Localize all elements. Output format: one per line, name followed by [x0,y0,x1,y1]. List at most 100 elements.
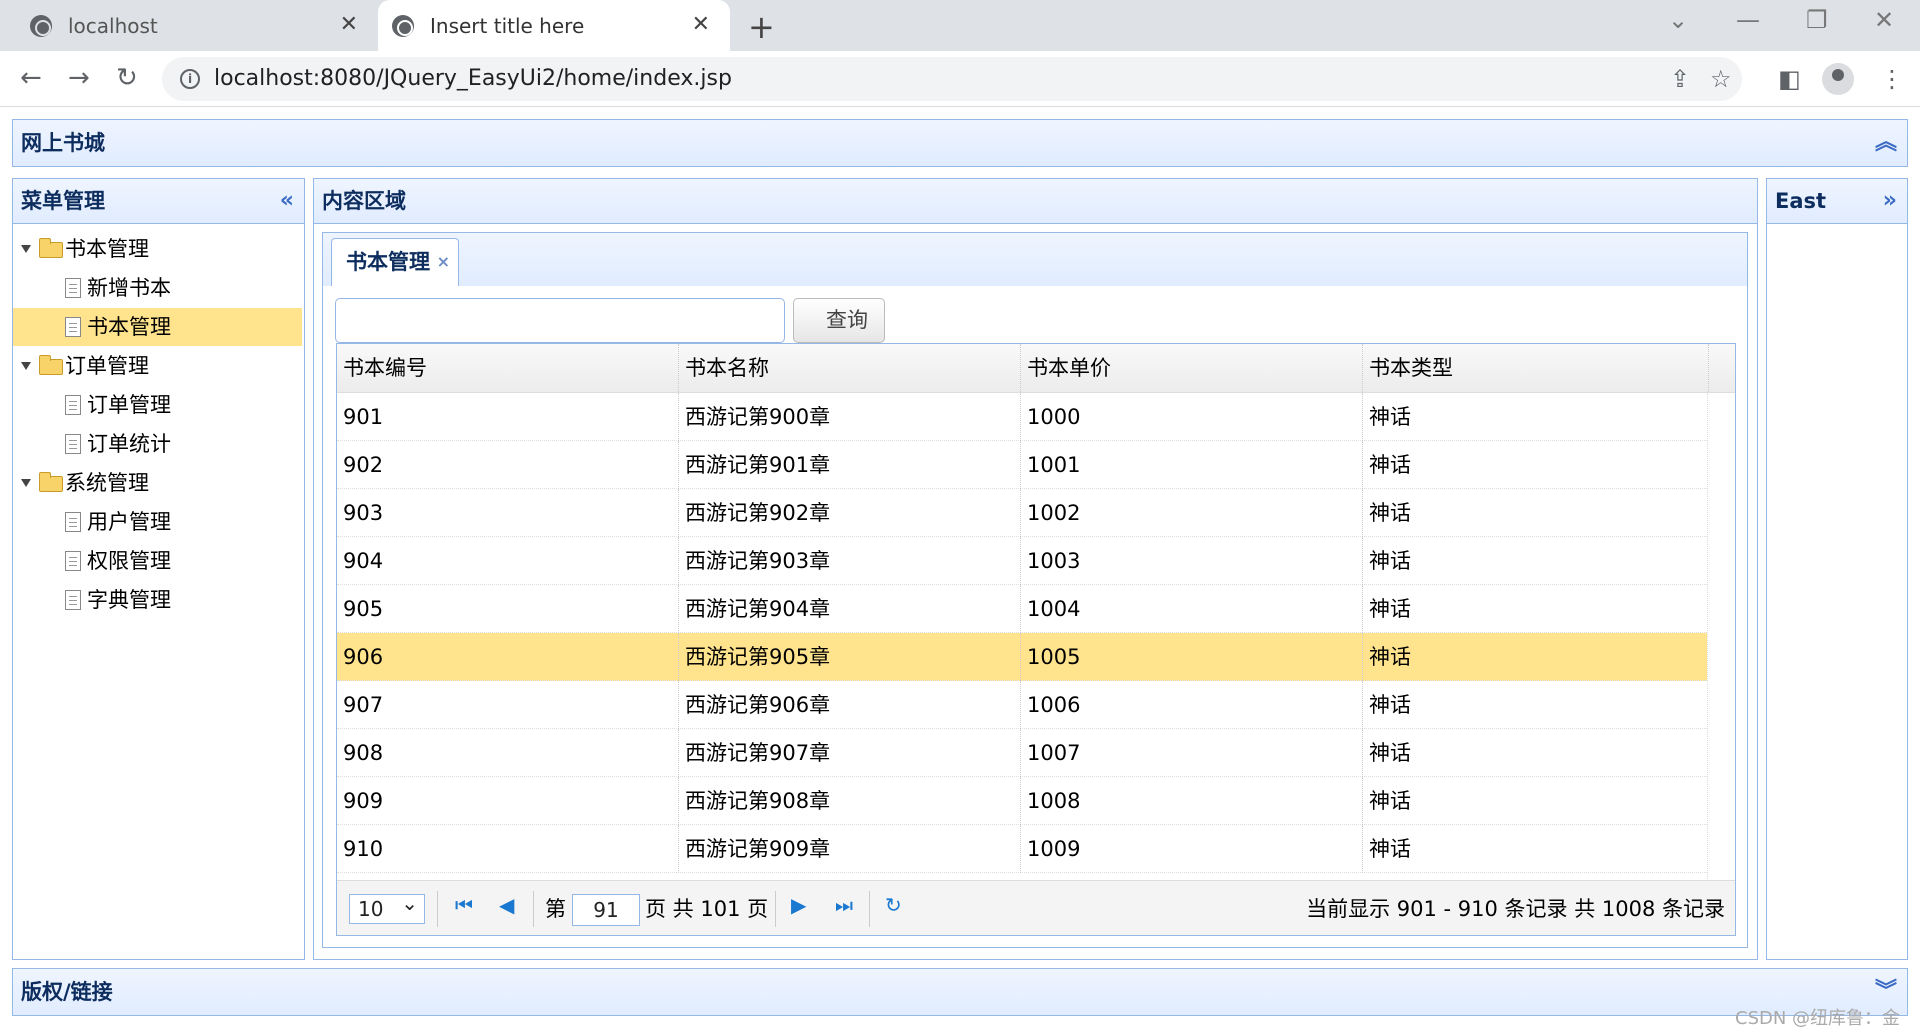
cell-type: 神话 [1363,441,1709,489]
cell-id: 904 [337,537,679,585]
table-row[interactable]: 903 西游记第902章 1002 神话 [337,489,1709,537]
tree-leaf[interactable]: 字典管理 [13,581,302,619]
tab-search-icon[interactable]: ⌄ [1668,6,1688,34]
page-size-select[interactable]: 10 [349,889,425,924]
file-icon [65,512,81,532]
pager-info: 当前显示 901 - 910 条记录 共 1008 条记录 [1306,897,1725,921]
table-row[interactable]: 910 西游记第909章 1009 神话 [337,825,1709,873]
cell-price: 1006 [1021,681,1363,729]
east-title: East [1775,189,1827,213]
cell-price: 1001 [1021,441,1363,489]
cell-name: 西游记第901章 [679,441,1021,489]
restore-icon[interactable]: ❐ [1806,6,1828,34]
tree-folder[interactable]: 订单管理 [13,347,302,385]
bookmark-star-icon[interactable]: ☆ [1710,65,1732,93]
cell-id: 910 [337,825,679,873]
table-row[interactable]: 905 西游记第904章 1004 神话 [337,585,1709,633]
cell-id: 905 [337,585,679,633]
page-number-value: 91 [593,898,619,922]
grid-scrollbar[interactable] [1707,393,1735,929]
browser-tab-title: localhost [68,13,158,38]
new-tab-icon[interactable]: + [748,8,775,46]
share-icon[interactable]: ⇪ [1670,65,1690,93]
forward-icon[interactable]: → [68,63,90,93]
column-header-price[interactable]: 书本单价 [1021,344,1363,392]
expand-caret-icon[interactable] [21,479,31,487]
pager-separator [533,891,534,927]
tree-folder[interactable]: 系统管理 [13,464,302,502]
tree-label: 字典管理 [87,588,171,612]
cell-type: 神话 [1363,585,1709,633]
back-icon[interactable]: ← [20,63,42,93]
browser-tab-localhost[interactable]: localhost ✕ [0,0,378,51]
table-row[interactable]: 909 西游记第908章 1008 神话 [337,777,1709,825]
page-number-input[interactable]: 91 [572,894,640,926]
minimize-icon[interactable]: — [1736,6,1760,34]
column-header-type[interactable]: 书本类型 [1363,344,1709,392]
table-row[interactable]: 902 西游记第901章 1001 神话 [337,441,1709,489]
browser-tab-active[interactable]: Insert title here ✕ [378,0,730,51]
cell-id: 907 [337,681,679,729]
close-window-icon[interactable]: ✕ [1874,6,1894,34]
folder-icon [39,355,63,375]
tree-label: 用户管理 [87,510,171,534]
cell-type: 神话 [1363,825,1709,873]
cell-name: 西游记第907章 [679,729,1021,777]
table-row[interactable]: 901 西游记第900章 1000 神话 [337,393,1709,441]
last-page-icon[interactable]: ⏭ [835,893,853,917]
page-suffix: 页 共 101 页 [645,897,769,921]
south-panel-header: 版权/链接 ︾ [12,968,1908,1016]
tree-folder[interactable]: 书本管理 [13,230,302,268]
address-toolbar: ← → ↻ i localhost:8080/JQuery_EasyUi2/ho… [0,51,1920,107]
side-panel-icon[interactable]: ◧ [1778,65,1801,93]
search-input[interactable] [335,298,785,343]
collapse-right-icon[interactable]: » [1883,179,1897,223]
expand-caret-icon[interactable] [21,245,31,253]
tree-label: 书本管理 [87,315,171,339]
table-row[interactable]: 907 西游记第906章 1006 神话 [337,681,1709,729]
tab-book-management[interactable]: 书本管理 × [331,238,459,289]
table-row[interactable]: 904 西游记第903章 1003 神话 [337,537,1709,585]
profile-avatar-icon[interactable] [1822,63,1854,95]
collapse-up-icon[interactable]: ︽ [1875,120,1897,166]
west-title: 菜单管理 [21,189,105,213]
tree-label: 权限管理 [87,549,171,573]
tab-close-icon[interactable]: × [437,239,450,285]
close-tab-icon[interactable]: ✕ [692,12,710,37]
tree-leaf[interactable]: 订单管理 [13,386,302,424]
cell-id: 906 [337,633,679,681]
tree-leaf[interactable]: 书本管理 [13,308,302,346]
tree-leaf[interactable]: 权限管理 [13,542,302,580]
east-panel-header: East » [1766,178,1908,224]
prev-page-icon[interactable]: ◀ [499,893,514,917]
cell-id: 902 [337,441,679,489]
next-page-icon[interactable]: ▶ [791,893,806,917]
column-header-name[interactable]: 书本名称 [679,344,1021,392]
west-panel-header: 菜单管理 « [12,178,305,224]
south-title: 版权/链接 [21,980,113,1004]
table-row[interactable]: 906 西游记第905章 1005 神话 [337,633,1709,681]
url-text: localhost:8080/JQuery_EasyUi2/home/index… [214,66,732,91]
file-icon [65,590,81,610]
table-row[interactable]: 908 西游记第907章 1007 神话 [337,729,1709,777]
first-page-icon[interactable]: ⏮ [455,893,473,917]
address-bar[interactable]: i localhost:8080/JQuery_EasyUi2/home/ind… [162,57,1742,101]
menu-kebab-icon[interactable]: ⋮ [1880,65,1904,93]
cell-name: 西游记第904章 [679,585,1021,633]
tree-leaf[interactable]: 新增书本 [13,269,302,307]
info-icon[interactable]: i [180,69,200,89]
search-button[interactable]: 查询 [793,298,885,343]
cell-name: 西游记第900章 [679,393,1021,441]
collapse-left-icon[interactable]: « [280,179,294,223]
tree-label: 书本管理 [65,237,149,261]
tree-leaf[interactable]: 用户管理 [13,503,302,541]
tree-leaf[interactable]: 订单统计 [13,425,302,463]
tree-label: 订单管理 [65,354,149,378]
refresh-icon[interactable]: ↻ [885,893,902,917]
expand-caret-icon[interactable] [21,362,31,370]
tab-label: 书本管理 [346,250,430,274]
column-header-id[interactable]: 书本编号 [337,344,679,392]
content-tabs-header: 书本管理 × [322,232,1748,289]
close-tab-icon[interactable]: ✕ [340,12,358,37]
reload-icon[interactable]: ↻ [116,63,138,93]
